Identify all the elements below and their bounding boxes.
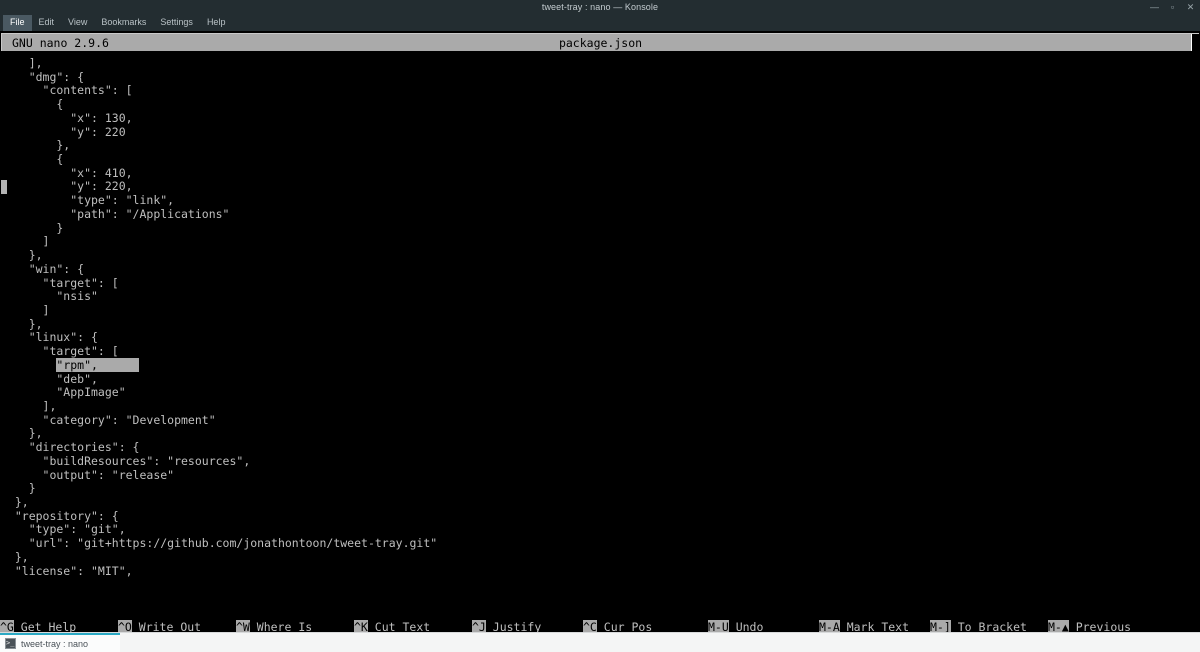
- menu-item-help[interactable]: Help: [200, 15, 233, 31]
- taskbar-entry-label: tweet-tray : nano: [21, 638, 89, 649]
- code-line: },: [1, 248, 43, 263]
- terminal-icon: [5, 638, 16, 649]
- code-line: "win": {: [1, 261, 85, 276]
- selected-text: "rpm",: [56, 357, 140, 372]
- code-line: ]: [1, 302, 50, 317]
- menu-item-file[interactable]: File: [3, 14, 32, 31]
- code-line: "x": 130,: [1, 110, 133, 125]
- code-line: "type": "link",: [1, 193, 175, 208]
- code-line: "buildResources": "resources",: [1, 453, 251, 468]
- code-line: },: [1, 138, 71, 153]
- code-line: "repository": {: [1, 508, 119, 523]
- code-line: {: [1, 152, 64, 167]
- terminal-area[interactable]: GNU nano 2.9.6 package.json ], "dmg": { …: [0, 31, 1200, 652]
- code-line: "y": 220,: [1, 179, 133, 194]
- code-line: "dmg": {: [1, 69, 85, 84]
- code-line: "AppImage": [1, 385, 126, 400]
- text-cursor: [1, 180, 7, 194]
- code-line: },: [1, 316, 43, 331]
- code-line: "deb",: [1, 371, 98, 386]
- code-line: ]: [1, 234, 50, 249]
- desktop-taskbar: tweet-tray : nano: [0, 632, 1200, 652]
- code-line: "path": "/Applications": [1, 206, 230, 221]
- code-line: ],: [1, 56, 43, 70]
- menu-item-settings[interactable]: Settings: [153, 15, 200, 31]
- code-line: "nsis": [1, 289, 98, 304]
- code-line: "linux": {: [1, 330, 98, 345]
- code-line: "contents": [: [1, 83, 133, 98]
- code-line: "output": "release": [1, 467, 175, 482]
- window-title: tweet-tray : nano — Konsole: [541, 2, 659, 12]
- nano-text-buffer[interactable]: ], "dmg": { "contents": [ { "x": 130, "y…: [0, 56, 1200, 578]
- window-controls: — ▫ ✕: [1150, 0, 1195, 14]
- code-line: "category": "Development": [1, 412, 216, 427]
- code-line: ],: [1, 398, 57, 413]
- code-line: "directories": {: [1, 440, 140, 455]
- code-line: {: [1, 97, 64, 112]
- menu-item-bookmarks[interactable]: Bookmarks: [94, 15, 153, 31]
- nano-editor[interactable]: ], "dmg": { "contents": [ { "x": 130, "y…: [0, 51, 1200, 620]
- code-line: }: [1, 220, 64, 235]
- code-line: "target": [: [1, 344, 119, 359]
- code-line: "target": [: [1, 275, 119, 290]
- code-line: },: [1, 495, 29, 509]
- code-line: },: [1, 426, 43, 441]
- code-line: },: [1, 549, 29, 564]
- code-line: "x": 410,: [1, 165, 133, 180]
- code-line: "license": "MIT",: [1, 563, 133, 578]
- window-titlebar[interactable]: tweet-tray : nano — Konsole — ▫ ✕: [0, 0, 1200, 14]
- minimize-icon[interactable]: —: [1150, 2, 1159, 12]
- menubar: File Edit View Bookmarks Settings Help: [0, 14, 1200, 31]
- menu-item-edit[interactable]: Edit: [32, 15, 62, 31]
- code-line: "type": "git",: [1, 522, 126, 537]
- code-line: "url": "git+https://github.com/jonathont…: [1, 536, 438, 551]
- code-line: }: [1, 481, 36, 496]
- code-line: "rpm",: [1, 357, 1200, 373]
- taskbar-entry-konsole[interactable]: tweet-tray : nano: [0, 633, 120, 652]
- code-line: "y": 220: [1, 124, 126, 139]
- scrollbar-cap[interactable]: [1191, 34, 1199, 51]
- close-icon[interactable]: ✕: [1186, 2, 1195, 12]
- maximize-icon[interactable]: ▫: [1168, 2, 1177, 12]
- menu-item-view[interactable]: View: [61, 15, 94, 31]
- konsole-window: tweet-tray : nano — Konsole — ▫ ✕ File E…: [0, 0, 1200, 652]
- nano-filename: package.json: [558, 36, 643, 50]
- nano-title-bar: GNU nano 2.9.6 package.json: [1, 33, 1199, 51]
